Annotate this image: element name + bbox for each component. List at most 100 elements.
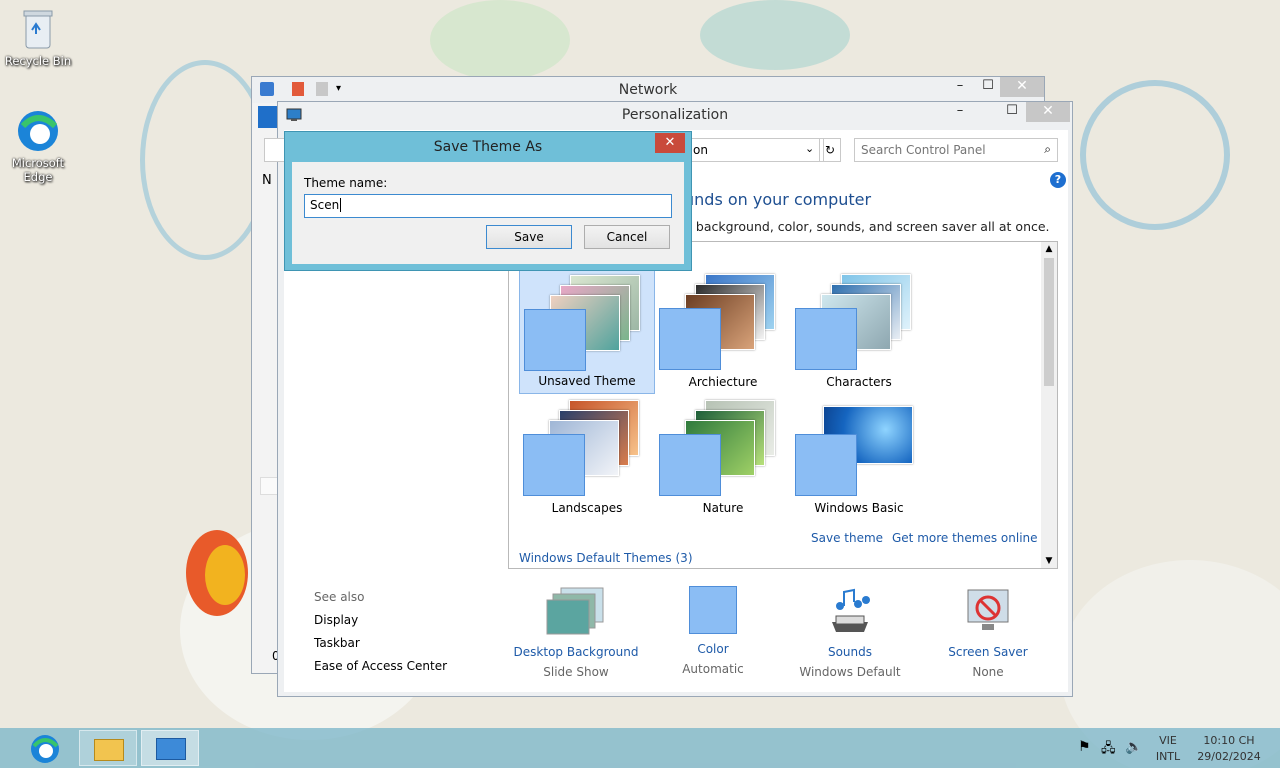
clock-time: 10:10 CH: [1203, 734, 1255, 747]
desktop-icon-microsoft-edge[interactable]: Microsoft Edge: [0, 108, 76, 184]
file-explorer-taskbar-button[interactable]: [79, 730, 137, 766]
theme-name-value: Scen: [310, 198, 340, 212]
color-setting[interactable]: Color Automatic: [648, 586, 778, 676]
screen-saver-setting[interactable]: Screen Saver None: [923, 586, 1053, 679]
personalization-title: Personalization: [621, 107, 729, 123]
page-subheading: p background, color, sounds, and screen …: [684, 219, 1050, 234]
desktop-background-setting[interactable]: Desktop Background Slide Show: [511, 586, 641, 679]
get-more-themes-link[interactable]: Get more themes online: [892, 531, 1038, 545]
action-center-flag-icon[interactable]: ⚑: [1078, 739, 1091, 755]
cancel-button[interactable]: Cancel: [584, 225, 670, 249]
page-heading: unds on your computer: [684, 190, 872, 209]
theme-list: Unsaved Theme Archiecture Characters Lan…: [508, 241, 1058, 569]
network-titlebar: Network: [252, 77, 1044, 103]
scroll-thumb[interactable]: [1044, 258, 1054, 386]
screen-saver-icon: [967, 589, 1009, 630]
network-icon: [260, 82, 274, 96]
desktop-icon-label: Recycle Bin: [4, 54, 72, 68]
theme-tile-landscapes[interactable]: Landscapes: [519, 396, 655, 520]
clock[interactable]: 10:10 CH 29/02/2024: [1190, 733, 1268, 765]
personalization-maximize-button[interactable]: ☐: [998, 102, 1026, 122]
network-tray-icon[interactable]: 🖧: [1101, 739, 1116, 761]
scroll-down-icon[interactable]: ▼: [1041, 554, 1057, 568]
color-palette-icon: [659, 434, 721, 496]
search-input[interactable]: [861, 140, 1031, 160]
refresh-icon[interactable]: ↻: [819, 138, 841, 162]
personalization-minimize-button[interactable]: –: [946, 102, 974, 122]
color-palette-icon: [523, 434, 585, 496]
see-also-ease-of-access-link[interactable]: Ease of Access Center: [314, 659, 447, 673]
color-palette-icon: [795, 308, 857, 370]
new-folder-icon[interactable]: [316, 82, 328, 96]
network-title: Network: [618, 82, 678, 98]
theme-label: Unsaved Theme: [538, 374, 636, 388]
theme-label: Landscapes: [551, 501, 623, 515]
color-palette-icon: [659, 308, 721, 370]
sounds-icon: [832, 588, 870, 632]
edge-taskbar-icon[interactable]: [28, 732, 62, 766]
address-text: on: [693, 143, 708, 157]
dialog-title: Save Theme As: [433, 139, 543, 155]
volume-icon[interactable]: 🔈: [1125, 739, 1142, 755]
theme-tile-nature[interactable]: Nature: [655, 396, 791, 520]
color-value: Automatic: [682, 662, 744, 676]
text-cursor: [340, 198, 342, 212]
dialog-body: Theme name: Scen Save Cancel: [292, 162, 684, 264]
color-palette-icon: [689, 586, 737, 634]
see-also-section: See also Display Taskbar Ease of Access …: [314, 590, 447, 673]
personalization-icon: [286, 108, 302, 121]
see-also-heading: See also: [314, 590, 365, 604]
network-close-button[interactable]: ✕: [1000, 77, 1044, 97]
desktop-icon-recycle-bin[interactable]: Recycle Bin: [0, 6, 76, 68]
personalization-close-button[interactable]: ✕: [1026, 102, 1070, 122]
network-scroll-fragment: [260, 477, 278, 495]
see-also-display-link[interactable]: Display: [314, 613, 447, 627]
address-dropdown-icon[interactable]: ⌄: [805, 142, 814, 155]
search-box[interactable]: ⌕: [854, 138, 1058, 162]
theme-name-input[interactable]: Scen: [304, 194, 672, 218]
dialog-close-button[interactable]: ✕: [655, 133, 685, 153]
desktop-background-title: Desktop Background: [513, 645, 639, 659]
clock-date: 29/02/2024: [1197, 750, 1261, 763]
theme-tile-unsaved[interactable]: Unsaved Theme: [519, 270, 655, 394]
theme-tile-characters[interactable]: Characters: [791, 270, 927, 394]
theme-tile-architecture[interactable]: Archiecture: [655, 270, 791, 394]
theme-group-label: Windows Default Themes (3): [519, 551, 693, 565]
search-icon[interactable]: ⌕: [1044, 142, 1051, 157]
theme-list-scrollbar[interactable]: ▲ ▼: [1041, 242, 1057, 568]
ribbon-file-tab[interactable]: [258, 106, 278, 128]
theme-label: Nature: [702, 501, 744, 515]
properties-icon[interactable]: [292, 82, 304, 96]
color-title: Color: [697, 642, 729, 656]
dialog-titlebar: Save Theme As: [285, 132, 691, 160]
sounds-setting[interactable]: Sounds Windows Default: [785, 586, 915, 679]
theme-label: Windows Basic: [814, 501, 904, 515]
color-palette-icon: [795, 434, 857, 496]
save-theme-dialog: Save Theme As ✕ Theme name: Scen Save Ca…: [284, 131, 692, 271]
save-button[interactable]: Save: [486, 225, 572, 249]
theme-name-label: Theme name:: [304, 176, 388, 190]
sounds-value: Windows Default: [799, 665, 901, 679]
screen-saver-value: None: [972, 665, 1004, 679]
taskbar: ⚑ 🖧 🔈 VIE INTL 10:10 CH 29/02/2024: [0, 728, 1280, 768]
control-panel-icon: [156, 738, 186, 760]
control-panel-taskbar-button[interactable]: [141, 730, 199, 766]
network-maximize-button[interactable]: ☐: [974, 77, 1002, 97]
save-theme-link[interactable]: Save theme: [811, 531, 883, 545]
desktop-background-value: Slide Show: [543, 665, 609, 679]
network-minimize-button[interactable]: –: [946, 77, 974, 97]
color-palette-icon: [524, 309, 586, 371]
input-language-indicator[interactable]: VIE INTL: [1150, 733, 1186, 765]
scroll-up-icon[interactable]: ▲: [1041, 242, 1057, 256]
sounds-title: Sounds: [827, 645, 873, 659]
see-also-taskbar-link[interactable]: Taskbar: [314, 636, 447, 650]
theme-tile-windows-basic[interactable]: Windows Basic: [791, 396, 927, 520]
help-icon[interactable]: ?: [1050, 172, 1066, 188]
edge-icon: [18, 111, 58, 151]
theme-label: Archiecture: [688, 375, 758, 389]
network-nav-fragment: N: [262, 173, 272, 188]
language-code: VIE: [1159, 734, 1177, 747]
folder-icon: [94, 739, 124, 761]
quick-access-dropdown-icon[interactable]: ▾: [336, 83, 341, 94]
desktop-icon-label: Microsoft Edge: [11, 156, 65, 184]
